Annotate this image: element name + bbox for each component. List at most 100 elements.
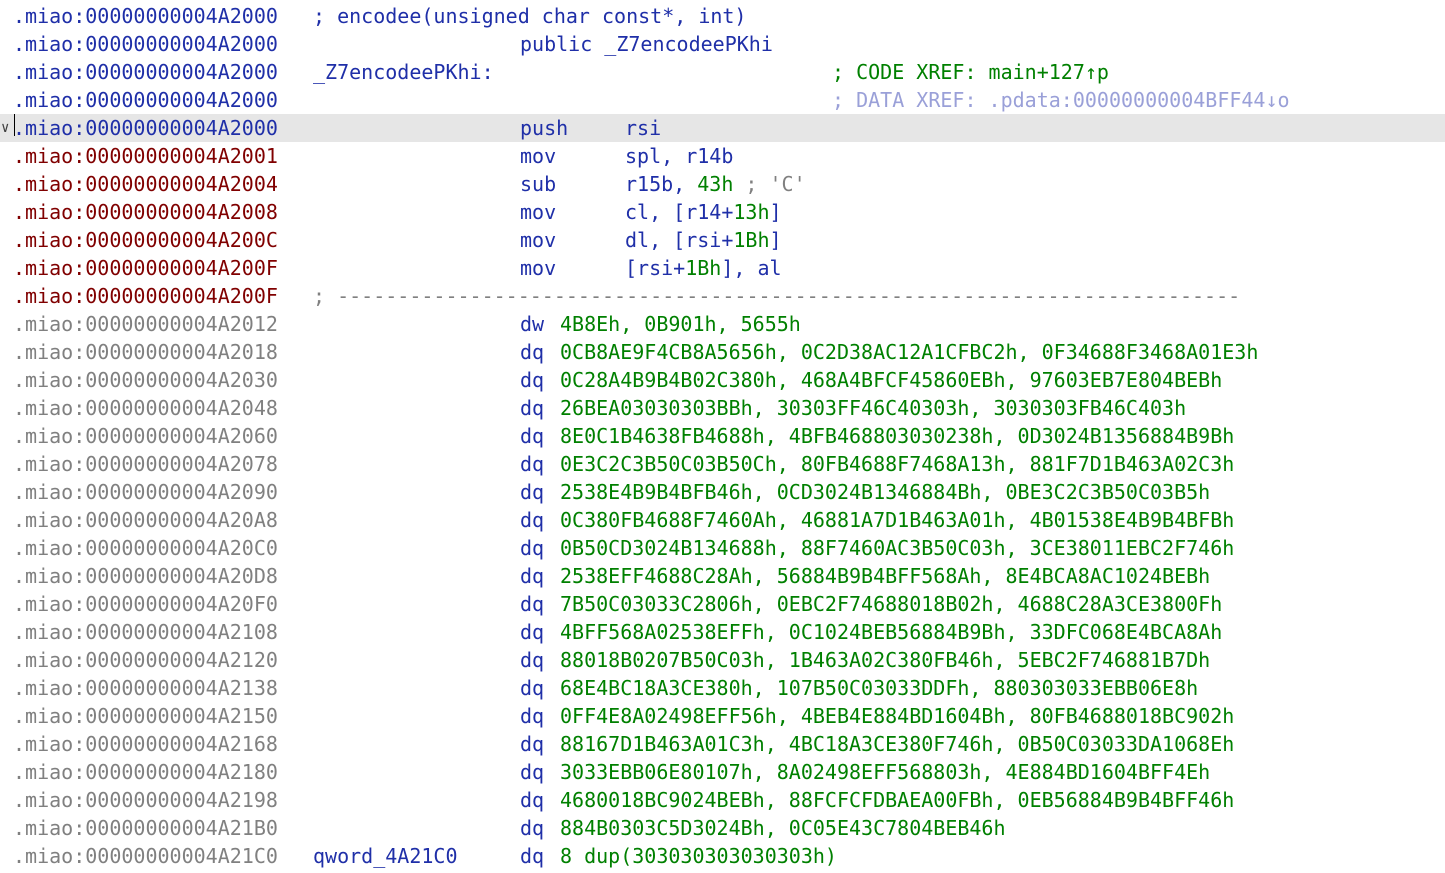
instruction-line[interactable]: .miao:00000000004A2008 mov cl, [r14+13h] [0, 198, 1445, 226]
data-line[interactable]: .miao:00000000004A20F0 dq 7B50C03033C2806h… [0, 590, 1445, 618]
data-directive[interactable]: dq [520, 730, 544, 758]
data-values[interactable]: 3033EBB06E80107h, 8A02498EFF568803h, 4E8… [560, 758, 1210, 786]
data-values[interactable]: 88018B0207B50C03h, 1B463A02C380FB46h, 5E… [560, 646, 1210, 674]
immediate-value[interactable]: 43h [697, 172, 733, 196]
data-directive[interactable]: dq [520, 450, 544, 478]
data-line[interactable]: .miao:00000000004A2048 dq 26BEA03030303BBh… [0, 394, 1445, 422]
public-declaration[interactable]: public _Z7encodeePKhi [520, 30, 773, 58]
data-values[interactable]: 0E3C2C3B50C03B50Ch, 80FB4688F7468A13h, 8… [560, 450, 1234, 478]
data-directive[interactable]: dq [520, 786, 544, 814]
address[interactable]: .miao:00000000004A2001 [13, 142, 278, 170]
address[interactable]: .miao:00000000004A200F [13, 254, 278, 282]
data-directive[interactable]: dq [520, 814, 544, 842]
mnemonic[interactable]: mov [520, 254, 556, 282]
data-directive[interactable]: dq [520, 506, 544, 534]
address[interactable]: .miao:00000000004A2138 [13, 674, 278, 702]
register-operand[interactable]: ], al [721, 256, 781, 280]
data-line[interactable]: .miao:00000000004A2018 dq 0CB8AE9F4CB8A565… [0, 338, 1445, 366]
data-directive[interactable]: dq [520, 674, 544, 702]
register-operand[interactable]: [rsi+ [625, 256, 685, 280]
data-values[interactable]: 2538EFF4688C28Ah, 56884B9B4BFF568Ah, 8E4… [560, 562, 1210, 590]
data-values[interactable]: 88167D1B463A01C3h, 4BC18A3CE380F746h, 0B… [560, 730, 1234, 758]
listing-line[interactable]: .miao:00000000004A2000 _Z7encodeePKhi: ;… [0, 58, 1445, 86]
instruction-line[interactable]: .miao:00000000004A2001 mov spl, r14b [0, 142, 1445, 170]
data-values[interactable]: 8E0C1B4638FB4688h, 4BFB468803030238h, 0D… [560, 422, 1234, 450]
data-line[interactable]: .miao:00000000004A2078 dq 0E3C2C3B50C03B50… [0, 450, 1445, 478]
data-directive[interactable]: dq [520, 842, 544, 870]
address[interactable]: .miao:00000000004A2090 [13, 478, 278, 506]
data-directive[interactable]: dq [520, 366, 544, 394]
address[interactable]: .miao:00000000004A2018 [13, 338, 278, 366]
data-values[interactable]: 26BEA03030303BBh, 30303FF46C40303h, 3030… [560, 394, 1186, 422]
register-operand[interactable]: rsi [625, 116, 661, 140]
chevron-down-icon[interactable]: ∨ [1, 114, 9, 142]
address[interactable]: .miao:00000000004A20D8 [13, 562, 278, 590]
address[interactable]: .miao:00000000004A20A8 [13, 506, 278, 534]
address[interactable]: .miao:00000000004A2000 [13, 2, 278, 30]
address[interactable]: .miao:00000000004A2150 [13, 702, 278, 730]
data-label[interactable]: qword_4A21C0 [313, 842, 458, 870]
register-operand[interactable]: cl, [r14+ [625, 200, 733, 224]
data-values[interactable]: 4680018BC9024BEBh, 88FCFCFDBAEA00FBh, 0E… [560, 786, 1234, 814]
disassembly-listing[interactable]: .miao:00000000004A2000 ; encodee(unsigne… [0, 0, 1445, 873]
operands[interactable]: dl, [rsi+1Bh] [625, 226, 782, 254]
listing-line[interactable]: .miao:00000000004A2000 ; DATA XREF: .pda… [0, 86, 1445, 114]
data-values[interactable]: 0B50CD3024B134688h, 88F7460AC3B50C03h, 3… [560, 534, 1234, 562]
register-operand[interactable]: r15b, [625, 172, 697, 196]
data-line[interactable]: .miao:00000000004A2012 dw 4B8Eh, 0B901h, 5… [0, 310, 1445, 338]
data-directive[interactable]: dq [520, 590, 544, 618]
data-directive[interactable]: dq [520, 702, 544, 730]
data-line[interactable]: .miao:00000000004A20D8 dq 2538EFF4688C28Ah… [0, 562, 1445, 590]
data-line[interactable]: .miao:00000000004A2120 dq 88018B0207B50C03… [0, 646, 1445, 674]
data-line[interactable]: .miao:00000000004A2198 dq 4680018BC9024BEB… [0, 786, 1445, 814]
operands[interactable]: spl, r14b [625, 142, 733, 170]
data-values[interactable]: 2538E4B9B4BFB46h, 0CD3024B1346884Bh, 0BE… [560, 478, 1210, 506]
data-line[interactable]: .miao:00000000004A2138 dq 68E4BC18A3CE380h… [0, 674, 1445, 702]
address[interactable]: .miao:00000000004A2078 [13, 450, 278, 478]
immediate-value[interactable]: 1Bh [733, 228, 769, 252]
data-line[interactable]: .miao:00000000004A20A8 dq 0C380FB4688F7460… [0, 506, 1445, 534]
address[interactable]: .miao:00000000004A2198 [13, 786, 278, 814]
data-directive[interactable]: dq [520, 646, 544, 674]
address[interactable]: .miao:00000000004A20F0 [13, 590, 278, 618]
data-directive[interactable]: dq [520, 338, 544, 366]
register-operand[interactable]: ] [770, 228, 782, 252]
address[interactable]: .miao:00000000004A2000 [13, 86, 278, 114]
data-line[interactable]: .miao:00000000004A2168 dq 88167D1B463A01C3… [0, 730, 1445, 758]
address[interactable]: .miao:00000000004A2000 [13, 114, 278, 142]
instruction-line[interactable]: .miao:00000000004A2004 sub r15b, 43h ; 'C' [0, 170, 1445, 198]
separator-line[interactable]: .miao:00000000004A200F ; ---------------… [0, 282, 1445, 310]
data-values[interactable]: 884B0303C5D3024Bh, 0C05E43C7804BEB46h [560, 814, 1006, 842]
address[interactable]: .miao:00000000004A2120 [13, 646, 278, 674]
data-directive[interactable]: dq [520, 394, 544, 422]
mnemonic[interactable]: mov [520, 198, 556, 226]
mnemonic[interactable]: mov [520, 226, 556, 254]
data-values[interactable]: 0FF4E8A02498EFF56h, 4BEB4E884BD1604Bh, 8… [560, 702, 1234, 730]
address[interactable]: .miao:00000000004A2108 [13, 618, 278, 646]
address[interactable]: .miao:00000000004A2000 [13, 30, 278, 58]
register-operand[interactable]: ] [770, 200, 782, 224]
data-line[interactable]: .miao:00000000004A21C0 qword_4A21C0 dq 8 du… [0, 842, 1445, 870]
operands[interactable]: r15b, 43h ; 'C' [625, 170, 806, 198]
data-line[interactable]: .miao:00000000004A2108 dq 4BFF568A02538EFF… [0, 618, 1445, 646]
data-directive[interactable]: dw [520, 310, 544, 338]
address[interactable]: .miao:00000000004A21B0 [13, 814, 278, 842]
register-operand[interactable]: spl, r14b [625, 144, 733, 168]
address[interactable]: .miao:00000000004A2012 [13, 310, 278, 338]
data-values[interactable]: 4B8Eh, 0B901h, 5655h [560, 310, 801, 338]
address[interactable]: .miao:00000000004A2180 [13, 758, 278, 786]
instruction-line[interactable]: ∨ .miao:00000000004A2000 push rsi [0, 114, 1445, 142]
data-line[interactable]: .miao:00000000004A2090 dq 2538E4B9B4BFB46h… [0, 478, 1445, 506]
immediate-value[interactable]: 13h [733, 200, 769, 224]
operands[interactable]: cl, [r14+13h] [625, 198, 782, 226]
address[interactable]: .miao:00000000004A2048 [13, 394, 278, 422]
data-values[interactable]: 0C28A4B9B4B02C380h, 468A4BFCF45860EBh, 9… [560, 366, 1222, 394]
data-values[interactable]: 4BFF568A02538EFFh, 0C1024BEB56884B9Bh, 3… [560, 618, 1222, 646]
address[interactable]: .miao:00000000004A2060 [13, 422, 278, 450]
address[interactable]: .miao:00000000004A2004 [13, 170, 278, 198]
data-line[interactable]: .miao:00000000004A2150 dq 0FF4E8A02498EFF5… [0, 702, 1445, 730]
data-directive[interactable]: dq [520, 422, 544, 450]
data-values[interactable]: 68E4BC18A3CE380h, 107B50C03033DDFh, 8803… [560, 674, 1198, 702]
address[interactable]: .miao:00000000004A200F [13, 282, 278, 310]
address[interactable]: .miao:00000000004A21C0 [13, 842, 278, 870]
